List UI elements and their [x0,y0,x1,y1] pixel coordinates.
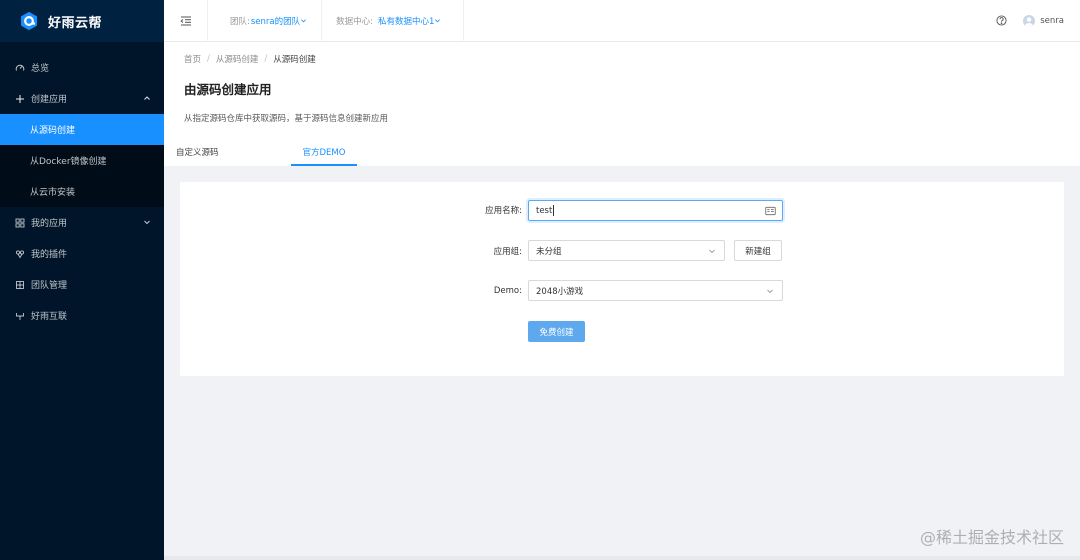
team-icon [15,280,25,290]
page-title: 由源码创建应用 [184,82,272,97]
sidebar-menu: 总览 创建应用 从源码创建 从Docker镜像创建 从云市安装 我的应用 我的插… [0,52,164,331]
apps-grid-icon [15,218,25,228]
user-icon [1025,16,1034,27]
team-selector[interactable]: 团队: senra的团队 [208,0,323,42]
chevron-down-icon [301,19,307,23]
app-name-label: 应用名称: [485,206,522,216]
demo-label: Demo: [493,286,522,296]
team-value: senra的团队 [251,15,307,27]
demo-value: 2048小游戏 [536,286,584,297]
breadcrumb-home[interactable]: 首页 [184,53,201,65]
chevron-up-icon [144,96,150,100]
breadcrumb-from-source[interactable]: 从源码创建 [216,53,259,65]
chevron-down-icon [435,19,441,23]
page-description: 从指定源码仓库中获取源码，基于源码信息创建新应用 [184,114,389,124]
free-create-button[interactable]: 免费创建 [528,321,585,342]
header-right: senra [996,14,1080,27]
sidebar-item-label: 从云市安装 [30,188,76,198]
app-group-select[interactable]: 未分组 [528,240,725,261]
avatar[interactable] [1023,14,1036,27]
sidebar-item-label: 从Docker镜像创建 [30,157,107,167]
tabs: 自定义源码 官方DEMO [176,140,358,166]
tab-custom-source[interactable]: 自定义源码 [170,140,225,166]
sidebar-item-label: 从源码创建 [30,126,76,136]
sidebar-item-label: 创建应用 [31,95,68,105]
sidebar-item-create-app[interactable]: 创建应用 [0,83,164,114]
sidebar-item-from-market[interactable]: 从云市安装 [0,176,164,207]
plus-icon [15,94,25,104]
sidebar-item-interconnect[interactable]: 好雨互联 [0,300,164,331]
sidebar-item-label: 好雨互联 [31,312,68,322]
sidebar-item-label: 我的插件 [31,250,68,260]
sidebar-item-from-source[interactable]: 从源码创建 [0,114,164,145]
sidebar-item-label: 总览 [31,64,50,74]
sidebar-item-dashboard[interactable]: 总览 [0,52,164,83]
sidebar-item-my-plugins[interactable]: 我的插件 [0,238,164,269]
chevron-down-icon [767,289,773,294]
menu-fold-icon [179,16,191,25]
breadcrumb-separator: / [264,54,268,64]
team-label: 团队: [230,16,250,27]
create-form-card: 应用名称: test 应用组: 未分组 新建组 Demo: 2048小游戏 免费… [180,182,1064,376]
help-icon[interactable] [996,15,1007,26]
logo[interactable]: 好雨云帮 [0,0,164,42]
sidebar-submenu-create-app: 从源码创建 从Docker镜像创建 从云市安装 [0,114,164,207]
new-group-button[interactable]: 新建组 [734,240,782,261]
demo-select[interactable]: 2048小游戏 [528,280,783,301]
page-header: 首页 / 从源码创建 / 从源码创建 由源码创建应用 从指定源码仓库中获取源码，… [164,42,1080,166]
sidebar-item-team[interactable]: 团队管理 [0,269,164,300]
sidebar-item-label: 我的应用 [31,219,68,229]
datacenter-label: 数据中心: [336,16,373,27]
keyboard-card-icon [765,206,776,216]
plugin-icon [15,249,25,259]
sidebar-item-my-apps[interactable]: 我的应用 [0,207,164,238]
chevron-down-icon [709,249,715,254]
dashboard-icon [15,63,25,73]
team-value-text: senra的团队 [250,16,301,27]
top-header: 团队: senra的团队 数据中心: 私有数据中心1 senra [164,0,1080,42]
connect-icon [15,311,25,321]
datacenter-value: 私有数据中心1 [378,15,441,27]
breadcrumb: 首页 / 从源码创建 / 从源码创建 [184,53,1060,65]
bottom-scrollbar [164,556,1080,560]
breadcrumb-separator: / [207,54,210,64]
sidebar-item-from-docker[interactable]: 从Docker镜像创建 [0,145,164,176]
chevron-down-icon [144,220,150,225]
app-name-input[interactable]: test [528,200,783,221]
sidebar-item-label: 团队管理 [31,281,68,291]
menu-fold-button[interactable] [164,0,208,42]
text-cursor [553,205,555,216]
sidebar: 好雨云帮 总览 创建应用 从源码创建 从Docker镜像创建 从云市安装 我的应… [0,0,164,560]
app-group-value: 未分组 [536,246,562,257]
app-name-value: test [536,205,553,216]
brand-name: 好雨云帮 [48,15,103,31]
watermark: @稀土掘金技术社区 [919,528,1064,547]
app-group-label: 应用组: [493,247,522,257]
breadcrumb-current: 从源码创建 [273,55,316,65]
user-name[interactable]: senra [1040,16,1064,26]
datacenter-value-text: 私有数据中心1 [378,16,435,27]
tab-official-demo[interactable]: 官方DEMO [290,140,358,166]
datacenter-selector[interactable]: 数据中心: 私有数据中心1 [322,0,465,42]
brand-logo-icon [21,11,37,31]
